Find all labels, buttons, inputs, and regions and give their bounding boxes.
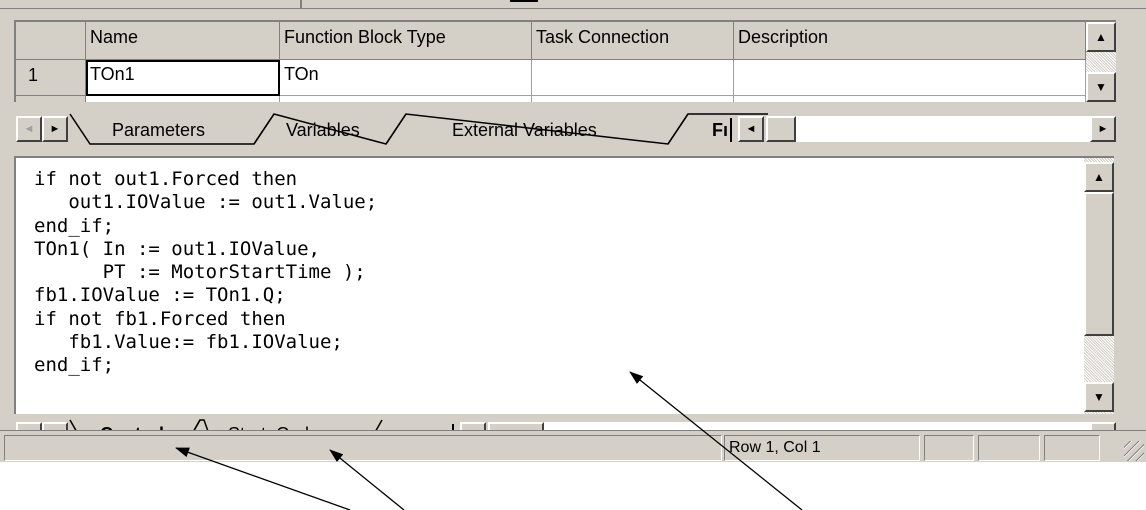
annotation-arrows: [175, 371, 803, 510]
arrow-to-code-editor: [629, 371, 803, 510]
arrow-to-control-tab: [175, 447, 351, 510]
arrow-to-start-code-tab: [329, 449, 405, 510]
